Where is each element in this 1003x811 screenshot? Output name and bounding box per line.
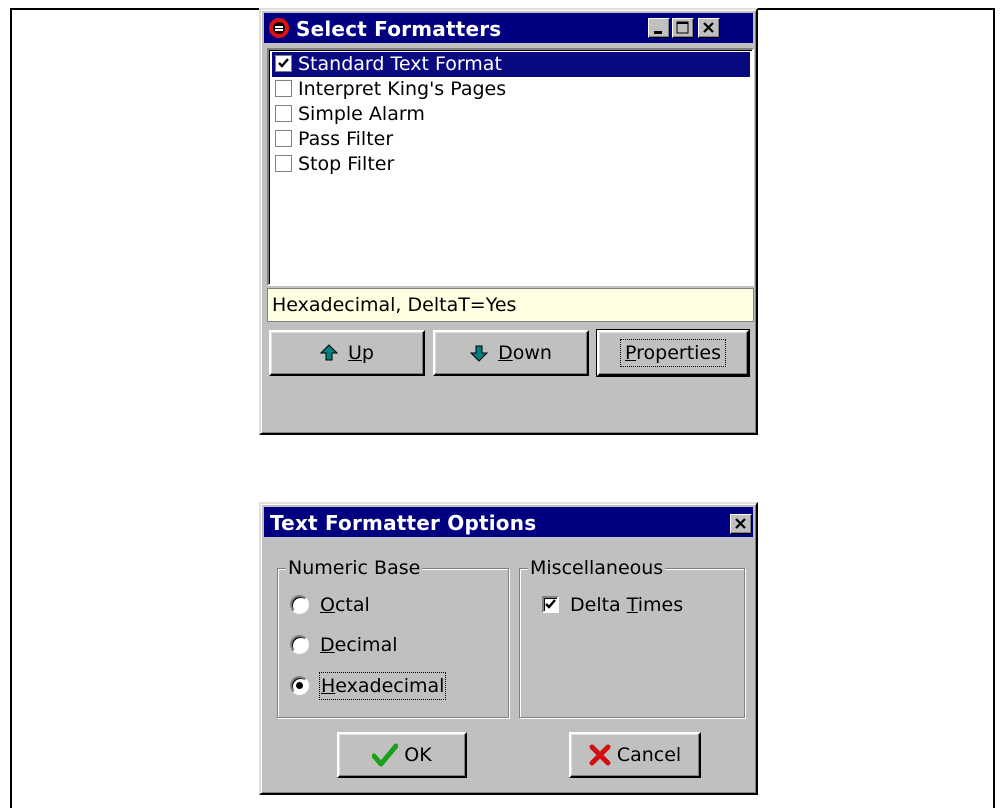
- down-button[interactable]: Down: [433, 330, 589, 376]
- select-formatters-titlebar[interactable]: Select Formatters: [264, 13, 753, 43]
- check-icon: [278, 58, 289, 68]
- cancel-label: Cancel: [616, 744, 682, 766]
- radio-label-octal: Octal: [320, 594, 370, 616]
- select-formatters-window: Select Formatters Standard Text Format I…: [259, 8, 758, 435]
- delta-times-checkbox[interactable]: [542, 596, 559, 613]
- list-item[interactable]: Pass Filter: [272, 127, 750, 152]
- ok-button[interactable]: OK: [337, 732, 467, 778]
- checkbox[interactable]: [275, 130, 292, 147]
- text-formatter-options-titlebar[interactable]: Text Formatter Options: [264, 507, 753, 537]
- ok-label: OK: [404, 744, 432, 766]
- list-item[interactable]: Interpret King's Pages: [272, 77, 750, 102]
- properties-button[interactable]: Properties: [596, 329, 750, 377]
- status-line: Hexadecimal, DeltaT=Yes: [267, 288, 754, 322]
- numeric-base-label: Numeric Base: [286, 557, 423, 579]
- list-item-label: Stop Filter: [298, 153, 395, 175]
- close-button[interactable]: [698, 18, 720, 38]
- down-label: Down: [498, 342, 552, 364]
- check-icon: [545, 599, 556, 609]
- radio-dot-icon: [296, 682, 303, 689]
- checkbox[interactable]: [275, 55, 292, 72]
- arrow-down-icon: [470, 345, 489, 362]
- list-item-label: Pass Filter: [298, 128, 394, 150]
- checkbox[interactable]: [275, 105, 292, 122]
- arrow-up-icon: [320, 344, 338, 361]
- properties-label: Properties: [619, 339, 727, 367]
- checkbox[interactable]: [275, 80, 292, 97]
- checkbox[interactable]: [275, 155, 292, 172]
- list-item-label: Standard Text Format: [298, 53, 502, 75]
- up-label: Up: [348, 342, 374, 364]
- minimize-icon: [654, 31, 662, 34]
- select-formatters-title: Select Formatters: [296, 17, 502, 41]
- radio-label-decimal: Decimal: [320, 634, 398, 656]
- list-item[interactable]: Standard Text Format: [272, 52, 750, 77]
- text-formatter-options-window: Text Formatter Options Numeric Base Octa…: [259, 502, 758, 795]
- list-item[interactable]: Stop Filter: [272, 152, 750, 177]
- radio-button[interactable]: [290, 676, 309, 695]
- up-button[interactable]: Up: [269, 330, 425, 376]
- maximize-button[interactable]: [672, 18, 694, 38]
- close-button[interactable]: [730, 514, 752, 534]
- list-item[interactable]: Simple Alarm: [272, 102, 750, 127]
- close-icon: [703, 22, 714, 33]
- maximize-icon: [676, 21, 689, 34]
- list-item-label: Simple Alarm: [298, 103, 425, 125]
- radio-button[interactable]: [290, 635, 309, 654]
- text-formatter-options-title: Text Formatter Options: [270, 511, 537, 535]
- delta-times-label: Delta Times: [570, 594, 684, 616]
- cancel-x-icon: [589, 744, 611, 766]
- minimize-button[interactable]: [648, 18, 670, 38]
- list-item-label: Interpret King's Pages: [298, 78, 507, 100]
- close-icon: [735, 518, 746, 529]
- formatter-list[interactable]: Standard Text Format Interpret King's Pa…: [267, 48, 754, 286]
- app-icon: [269, 18, 289, 38]
- radio-button[interactable]: [290, 595, 309, 614]
- miscellaneous-label: Miscellaneous: [528, 557, 666, 579]
- miscellaneous-group: Miscellaneous Delta Times: [519, 557, 745, 718]
- checkmark-icon: [372, 743, 399, 767]
- radio-label-hexadecimal: Hexadecimal: [319, 672, 447, 700]
- cancel-button[interactable]: Cancel: [569, 732, 701, 778]
- numeric-base-group: Numeric Base Octal Decimal Hexadecimal: [277, 557, 509, 718]
